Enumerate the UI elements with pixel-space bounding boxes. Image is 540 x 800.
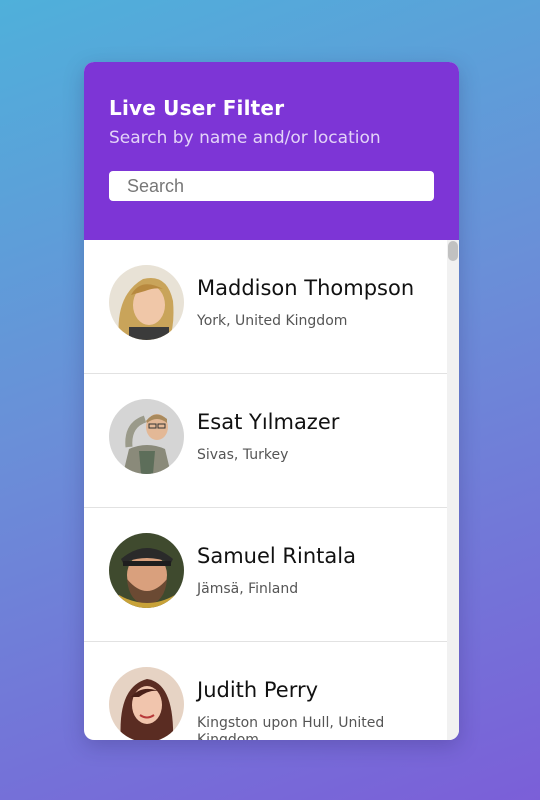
user-info: Esat Yılmazer Sivas, Turkey [197,399,437,464]
user-info: Samuel Rintala Jämsä, Finland [197,533,437,598]
user-location: Jämsä, Finland [197,581,299,597]
user-location: Kingston upon Hull, United Kingdom [197,715,385,740]
avatar [109,265,184,340]
user-name: Judith Perry [197,678,319,702]
card-header: Live User Filter Search by name and/or l… [84,62,459,240]
user-info: Maddison Thompson York, United Kingdom [197,265,437,330]
avatar [109,399,184,474]
page-title: Live User Filter [109,96,285,120]
user-list: Maddison Thompson York, United Kingdom E… [84,240,447,740]
avatar [109,533,184,608]
user-location: Sivas, Turkey [197,447,289,463]
user-location: York, United Kingdom [197,313,348,329]
page-subtitle: Search by name and/or location [109,128,381,148]
list-item: Maddison Thompson York, United Kingdom [84,240,447,374]
scrollbar[interactable] [447,240,459,740]
search-input[interactable] [109,171,434,201]
user-info: Judith Perry Kingston upon Hull, United … [197,667,437,740]
user-name: Esat Yılmazer [197,410,340,434]
scrollbar-thumb[interactable] [448,241,458,261]
user-name: Samuel Rintala [197,544,356,568]
list-item: Judith Perry Kingston upon Hull, United … [84,642,447,740]
avatar [109,667,184,740]
user-name: Maddison Thompson [197,276,415,300]
list-item: Esat Yılmazer Sivas, Turkey [84,374,447,508]
user-filter-card: Live User Filter Search by name and/or l… [84,62,459,740]
list-item: Samuel Rintala Jämsä, Finland [84,508,447,642]
user-list-container: Maddison Thompson York, United Kingdom E… [84,240,459,740]
